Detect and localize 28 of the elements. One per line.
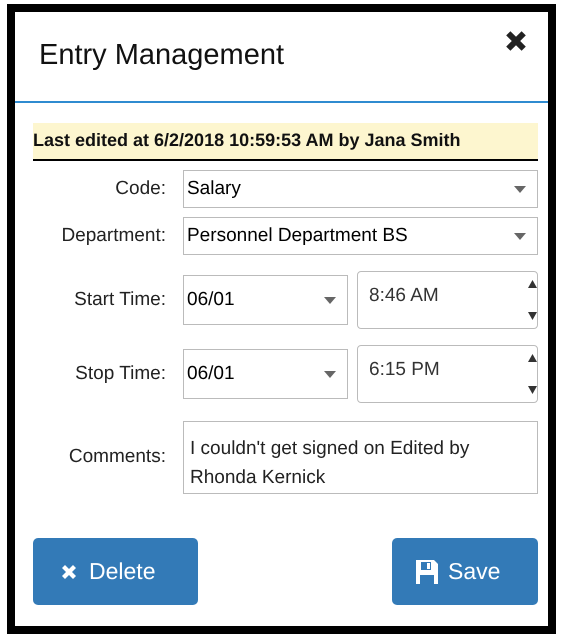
delete-button[interactable]: Delete [33,538,198,605]
comments-field[interactable]: I couldn't get signed on Edited by Rhonda Kernick [183,421,538,494]
dialog-title: Entry Management [39,38,284,73]
last-edited-notice: Last edited at 6/2/2018 10:59:53 AM by Jana Smith [33,123,538,161]
caret-icon [324,296,336,304]
caret-icon [324,370,336,378]
caret-icon [514,232,526,240]
select-value: Personnel Department BS [187,224,408,248]
date-value: 06/01 [187,362,235,386]
field-label: Stop Time: [74,362,167,386]
spinner-arrows-icon [528,278,537,322]
time-spinner[interactable]: 6:15 PM [357,345,538,403]
field-label: Start Time: [73,288,167,312]
field-label: Department: [60,224,167,248]
select-field[interactable]: Salary [183,170,538,208]
date-select[interactable]: 06/01 [183,349,348,399]
spinner-arrows-icon [528,352,537,396]
save-button[interactable]: Save [392,538,538,605]
time-spinner[interactable]: 8:46 AM [357,271,538,329]
time-value: 8:46 AM [369,284,439,308]
field-label: Comments: [68,445,167,470]
time-value: 6:15 PM [369,358,440,382]
field-label: Code: [114,176,167,201]
date-value: 06/01 [187,288,235,312]
caret-icon [514,186,526,192]
date-select[interactable]: 06/01 [183,275,348,325]
select-field[interactable]: Personnel Department BS [183,217,538,255]
select-value: Salary [187,176,241,201]
